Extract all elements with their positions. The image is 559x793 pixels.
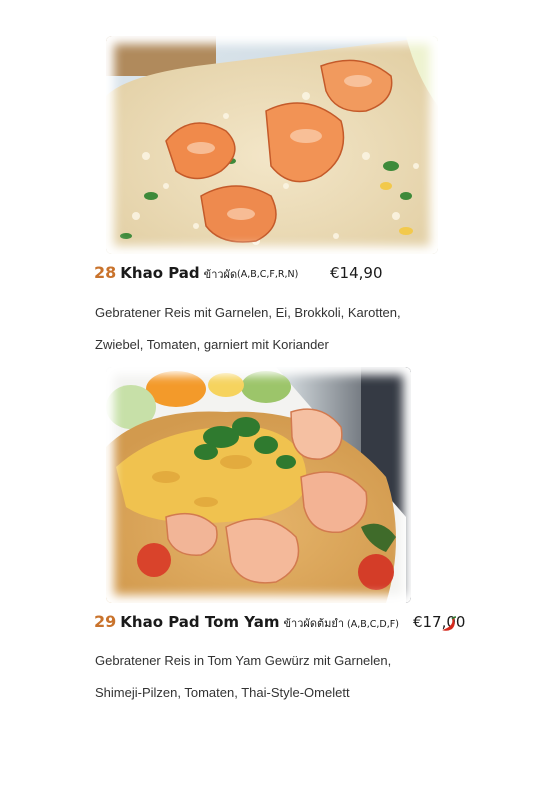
dish-name: Khao Pad [120, 264, 200, 282]
dish-allergens: (A,B,C,D,F) [347, 619, 399, 630]
dish-28-description: Gebratener Reis mit Garnelen, Ei, Brokko… [95, 297, 515, 361]
description-line: Zwiebel, Tomaten, garniert mit Koriander [95, 337, 329, 352]
description-line: Gebratener Reis mit Garnelen, Ei, Brokko… [95, 305, 401, 320]
dish-28-price: €14,90 [330, 264, 383, 282]
dish-29-description: Gebratener Reis in Tom Yam Gewürz mit Ga… [95, 645, 515, 709]
chili-icon [442, 616, 457, 631]
dish-28-photo [106, 36, 438, 254]
dish-28-title-line: 28 Khao Pad ข้าวผัด [94, 263, 237, 283]
dish-name: Khao Pad Tom Yam [120, 613, 280, 631]
description-line: Gebratener Reis in Tom Yam Gewürz mit Ga… [95, 653, 392, 668]
dish-thai-name: ข้าวผัดต้มยำ [283, 617, 345, 630]
dish-thai-name: ข้าวผัด [203, 268, 238, 281]
dish-29-photo [106, 367, 411, 603]
dish-price: €17,00 [412, 613, 466, 631]
dish-28-allergens: (A,B,C,F,R,N) [237, 269, 299, 280]
dish-number: 28 [94, 263, 117, 282]
dish-29-title-line: 29 Khao Pad Tom Yam ข้าวผัดต้มยำ (A,B,C,… [94, 612, 465, 632]
dish-number: 29 [94, 612, 117, 631]
description-line: Shimeji-Pilzen, Tomaten, Thai-Style-Omel… [95, 685, 350, 700]
